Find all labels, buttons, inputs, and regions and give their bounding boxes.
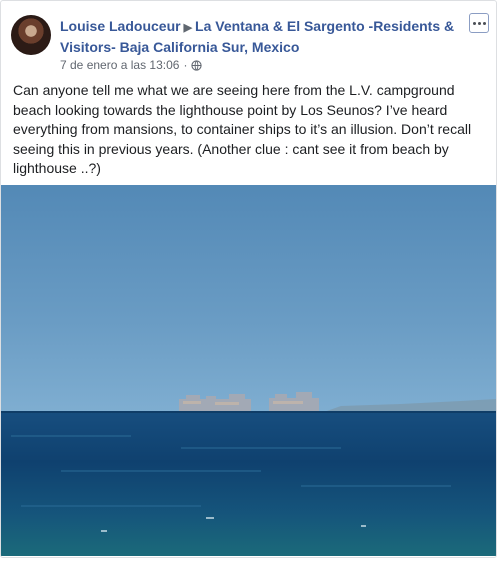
share-arrow-icon: ▶ <box>183 22 193 34</box>
more-options-dot <box>477 21 481 25</box>
more-options-dot <box>482 21 486 25</box>
post-meta: 7 de enero a las 13:06 · <box>60 58 203 72</box>
globe-icon <box>191 59 203 71</box>
author-name[interactable]: Louise Ladouceur <box>60 18 181 34</box>
photo-seascape <box>1 185 496 556</box>
author-line: Louise Ladouceur ▶ La Ventana & El Sargent… <box>60 17 470 57</box>
post-card: Louise Ladouceur ▶ La Ventana & El Sargent… <box>0 0 497 558</box>
post-timestamp[interactable]: 7 de enero a las 13:06 <box>60 58 179 72</box>
more-options-button[interactable] <box>469 13 489 33</box>
avatar[interactable] <box>11 15 51 55</box>
post-body: Can anyone tell me what we are seeing he… <box>13 82 472 176</box>
post-photo[interactable] <box>1 185 496 556</box>
more-options-icon <box>472 21 476 25</box>
meta-separator: · <box>183 58 188 72</box>
